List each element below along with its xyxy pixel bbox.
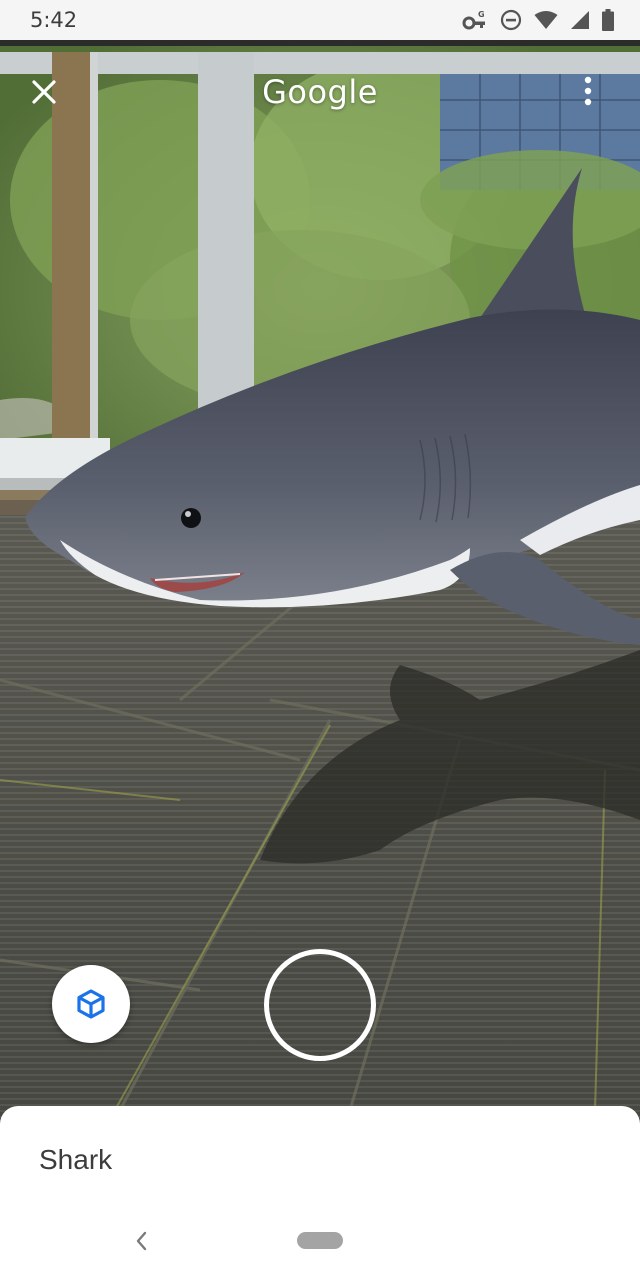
nav-back-button[interactable] — [130, 1228, 152, 1254]
do-not-disturb-icon — [500, 9, 522, 31]
wifi-icon — [534, 10, 558, 30]
ar-camera-view[interactable] — [0, 46, 640, 1280]
google-logo: Google — [262, 73, 378, 111]
status-divider — [0, 40, 640, 46]
svg-text:G: G — [478, 10, 485, 19]
status-time: 5:42 — [30, 8, 78, 32]
object-title: Shark — [39, 1144, 113, 1175]
status-icons: G — [462, 8, 614, 32]
chevron-left-icon — [136, 1231, 147, 1251]
ar-scene-illustration — [0, 46, 640, 1280]
status-bar: 5:42 G — [0, 0, 640, 40]
more-vert-icon — [584, 76, 592, 106]
nav-home-pill[interactable] — [297, 1232, 343, 1249]
cell-signal-icon — [570, 10, 590, 30]
capture-shutter-button[interactable] — [264, 949, 376, 1061]
more-options-button[interactable] — [574, 74, 602, 110]
bottom-sheet: Shark — [0, 1106, 640, 1280]
cube-icon — [77, 989, 105, 1019]
battery-icon — [602, 9, 614, 31]
vpn-key-icon: G — [462, 9, 488, 31]
view-in-3d-button[interactable] — [52, 965, 130, 1043]
